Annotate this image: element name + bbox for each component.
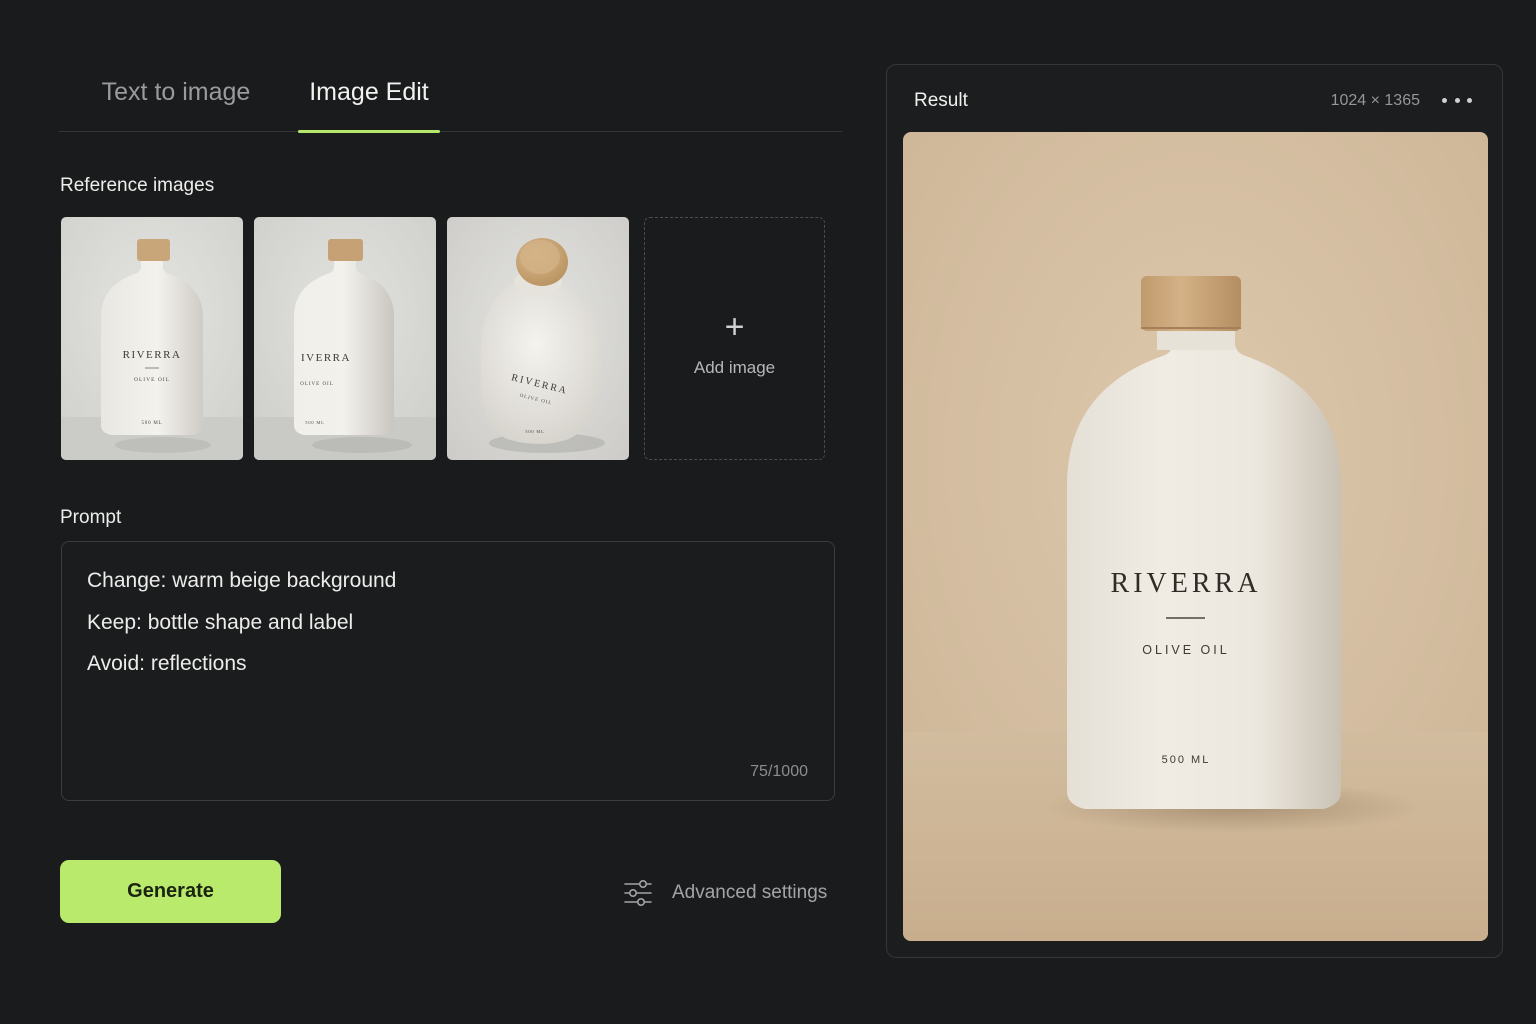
result-image[interactable]: RIVERRA OLIVE OIL 500 ML [903, 132, 1488, 941]
svg-text:RIVERRA: RIVERRA [123, 349, 182, 361]
bottle-angled-thumbnail: IVERRA OLIVE OIL 500 ML [254, 217, 436, 460]
mode-tabs: Text to image Image Edit [59, 62, 842, 133]
svg-text:500 ML: 500 ML [525, 429, 544, 434]
prompt-label: Prompt [60, 507, 122, 528]
prompt-textarea[interactable]: Change: warm beige background Keep: bott… [61, 541, 835, 801]
reference-image-1[interactable]: RIVERRA OLIVE OIL 500 ML [61, 217, 243, 460]
svg-text:IVERRA: IVERRA [301, 352, 351, 364]
svg-text:OLIVE OIL: OLIVE OIL [1142, 643, 1229, 657]
tab-image-edit[interactable]: Image Edit [298, 76, 440, 133]
svg-text:500 ML: 500 ML [141, 421, 162, 426]
character-counter: 75/1000 [750, 763, 808, 780]
add-image-label: Add image [693, 358, 776, 377]
svg-text:OLIVE OIL: OLIVE OIL [300, 382, 334, 387]
result-title: Result [914, 90, 968, 111]
sliders-icon [624, 879, 652, 906]
reference-image-2[interactable]: IVERRA OLIVE OIL 500 ML [254, 217, 436, 460]
advanced-settings-label: Advanced settings [672, 882, 828, 903]
bottle-front-thumbnail: RIVERRA OLIVE OIL 500 ML [61, 217, 243, 460]
generate-button[interactable]: Generate [60, 860, 281, 923]
tab-text-to-image[interactable]: Text to image [71, 76, 281, 132]
svg-text:500 ML: 500 ML [1162, 754, 1211, 766]
bottle-result-image: RIVERRA OLIVE OIL 500 ML [903, 132, 1488, 941]
bottle-topdown-thumbnail: RIVERRA OLIVE OIL 500 ML [447, 217, 629, 460]
plus-icon: + [724, 308, 745, 346]
result-panel: Result 1024 × 1365 RIVERRA OLIVE OIL 500… [886, 64, 1503, 958]
prompt-line-change: Change: warm beige background [87, 569, 397, 592]
reference-images-label: Reference images [60, 175, 215, 196]
svg-text:RIVERRA: RIVERRA [1111, 568, 1262, 599]
result-dimensions: 1024 × 1365 [1330, 92, 1420, 109]
reference-image-3[interactable]: RIVERRA OLIVE OIL 500 ML [447, 217, 629, 460]
prompt-line-avoid: Avoid: reflections [87, 652, 247, 675]
advanced-settings-button[interactable]: Advanced settings [622, 876, 827, 910]
svg-text:500 ML: 500 ML [305, 420, 324, 425]
svg-text:OLIVE OIL: OLIVE OIL [134, 377, 170, 383]
add-image-button[interactable]: + Add image [644, 217, 825, 460]
more-dots-icon[interactable] [1442, 87, 1472, 113]
prompt-line-keep: Keep: bottle shape and label [87, 611, 354, 634]
